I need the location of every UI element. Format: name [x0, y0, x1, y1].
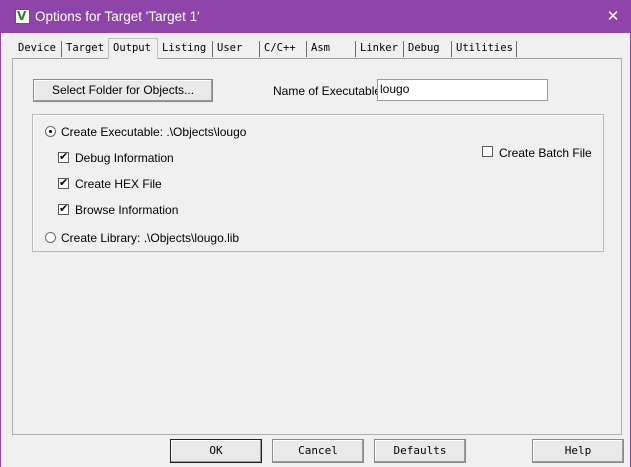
- keil-uvision-icon: V: [15, 9, 30, 24]
- check-icon: ✔: [59, 150, 69, 163]
- tab-debug[interactable]: Debug: [404, 40, 440, 58]
- tab-utilities[interactable]: Utilities: [452, 40, 513, 58]
- check-icon: ✔: [59, 202, 69, 215]
- debug-information-checkbox[interactable]: ✔: [58, 150, 69, 163]
- create-library-label: Create Library: .\Objects\lougo.lib: [61, 231, 240, 245]
- name-of-executable-input[interactable]: lougo: [377, 79, 548, 101]
- title-bar[interactable]: V Options for Target 'Target 1' ✕: [0, 0, 631, 33]
- tab-listing[interactable]: Listing: [158, 40, 206, 58]
- debug-information-label: Debug Information: [75, 151, 174, 165]
- close-icon: ✕: [606, 7, 620, 25]
- tab-separator: [516, 41, 517, 57]
- ok-button[interactable]: OK: [170, 439, 262, 463]
- check-icon: ✔: [59, 176, 69, 189]
- tab-c-cpp[interactable]: C/C++: [260, 40, 296, 58]
- window-border-left: [0, 33, 1, 467]
- close-button[interactable]: ✕: [602, 5, 624, 27]
- help-button[interactable]: Help: [532, 439, 624, 463]
- select-folder-button[interactable]: Select Folder for Objects...: [33, 79, 213, 102]
- browse-information-checkbox[interactable]: ✔: [58, 202, 69, 215]
- name-of-executable-label: Name of Executable:: [273, 84, 385, 98]
- tab-target[interactable]: Target: [62, 40, 104, 58]
- tab-asm[interactable]: Asm: [307, 40, 330, 58]
- create-library-radio[interactable]: [45, 232, 56, 243]
- create-hex-file-label: Create HEX File: [75, 177, 162, 191]
- tab-output[interactable]: Output: [108, 38, 158, 59]
- tab-linker[interactable]: Linker: [356, 40, 398, 58]
- create-executable-label: Create Executable: .\Objects\lougo: [61, 125, 247, 139]
- radio-selected-dot: [49, 130, 52, 133]
- defaults-button[interactable]: Defaults: [374, 439, 466, 463]
- create-hex-file-checkbox[interactable]: ✔: [58, 176, 69, 189]
- browse-information-label: Browse Information: [75, 203, 179, 217]
- tab-device[interactable]: Device: [14, 40, 56, 58]
- tab-user[interactable]: User: [213, 40, 242, 58]
- cancel-button[interactable]: Cancel: [272, 439, 364, 463]
- create-executable-radio[interactable]: [45, 126, 56, 137]
- window-title: Options for Target 'Target 1': [35, 9, 200, 24]
- create-batch-file-checkbox[interactable]: [482, 146, 493, 157]
- create-batch-file-label: Create Batch File: [499, 146, 592, 160]
